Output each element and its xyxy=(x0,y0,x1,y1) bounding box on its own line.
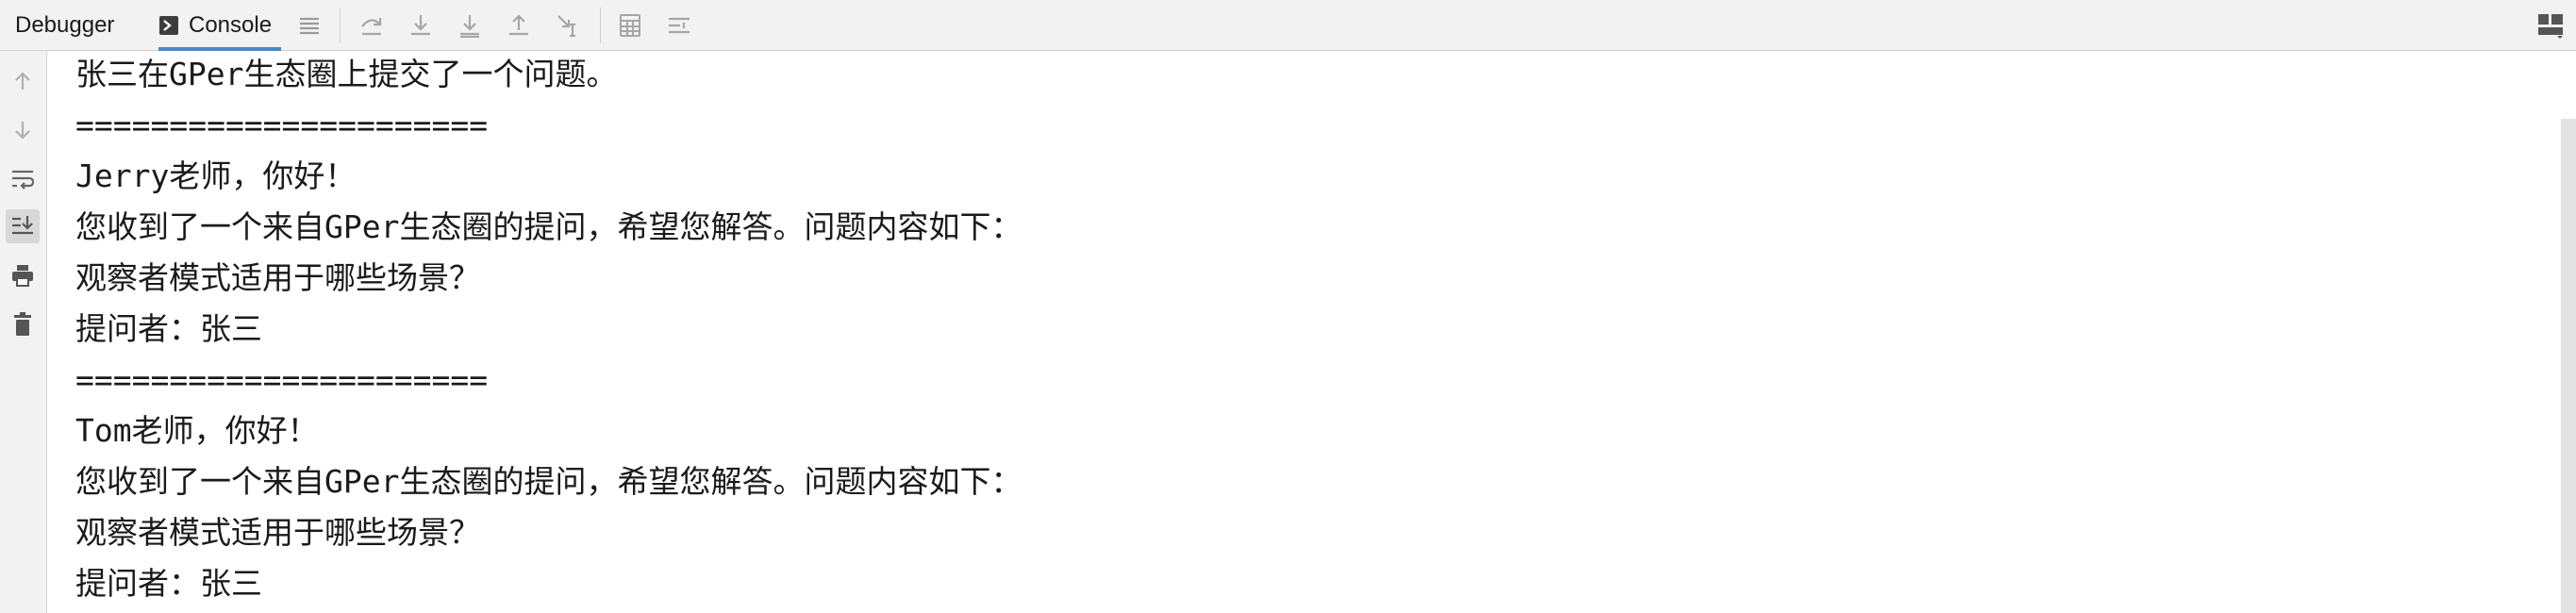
console-line: Jerry老师，你好！ xyxy=(75,157,357,194)
vertical-scrollbar[interactable] xyxy=(2561,119,2576,613)
list-icon[interactable] xyxy=(294,10,324,41)
console-line: ====================== xyxy=(75,361,489,398)
tab-debugger[interactable]: Debugger xyxy=(15,0,114,51)
step-into-icon[interactable] xyxy=(406,10,436,41)
toolbar-separator xyxy=(600,8,601,43)
down-arrow-icon[interactable] xyxy=(6,113,40,147)
up-arrow-icon[interactable] xyxy=(6,64,40,98)
step-out-icon[interactable] xyxy=(504,10,534,41)
console-line: 提问者：张三 xyxy=(75,310,262,347)
console-line: ====================== xyxy=(75,107,489,143)
console-gutter xyxy=(0,51,47,613)
console-icon xyxy=(159,16,178,35)
scroll-to-end-icon[interactable] xyxy=(6,209,40,243)
tab-console[interactable]: Console xyxy=(158,0,282,51)
force-step-into-icon[interactable] xyxy=(455,10,485,41)
debug-toolbar: Debugger Console xyxy=(0,0,2576,51)
print-icon[interactable] xyxy=(6,258,40,292)
console-line: 张三在GPer生态圈上提交了一个问题。 xyxy=(75,56,618,92)
trash-icon[interactable] xyxy=(6,307,40,341)
console-line: 提问者：张三 xyxy=(75,565,262,602)
console-line: 观察者模式适用于哪些场景？ xyxy=(75,259,480,296)
console-line: 您收到了一个来自GPer生态圈的提问，希望您解答。问题内容如下： xyxy=(75,208,1022,245)
console-line: 观察者模式适用于哪些场景？ xyxy=(75,514,480,551)
step-over-icon[interactable] xyxy=(357,10,387,41)
run-to-cursor-icon[interactable] xyxy=(553,10,583,41)
tab-console-label: Console xyxy=(189,12,273,38)
trace-current-stream-icon[interactable] xyxy=(664,10,694,41)
toolbar-separator xyxy=(340,8,341,43)
console-line: 您收到了一个来自GPer生态圈的提问，希望您解答。问题内容如下： xyxy=(75,463,1022,500)
console-line: Tom老师，你好！ xyxy=(75,412,319,449)
evaluate-expression-icon[interactable] xyxy=(615,10,645,41)
tab-debugger-label: Debugger xyxy=(15,12,115,38)
layout-settings-icon[interactable] xyxy=(2536,11,2565,40)
console-output[interactable]: 张三在GPer生态圈上提交了一个问题。 ====================… xyxy=(75,51,2528,613)
soft-wrap-icon[interactable] xyxy=(6,162,40,196)
